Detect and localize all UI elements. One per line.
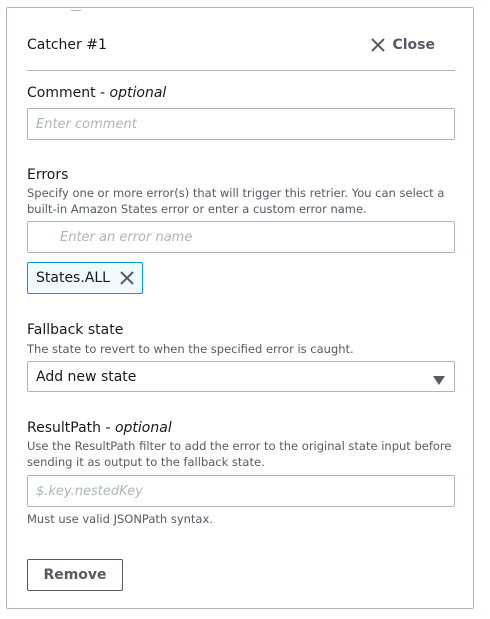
fallback-selected: Add new state	[36, 368, 137, 385]
catcher-header: Catcher #1 Close	[27, 35, 455, 55]
comment-optional: optional	[109, 85, 167, 101]
resultpath-description: Use the ResultPath filter to add the err…	[27, 439, 452, 469]
close-icon	[120, 271, 134, 285]
close-icon	[371, 38, 386, 52]
error-token-label: States.ALL	[36, 270, 110, 286]
catcher-panel: Catcher #1 Close Comment - optional Erro…	[6, 7, 474, 609]
close-button[interactable]: Close	[371, 35, 435, 55]
fallback-description: The state to revert to when the specifie…	[27, 342, 354, 356]
comment-label-text: Comment	[27, 85, 96, 101]
error-token: States.ALL	[27, 262, 143, 294]
comment-input[interactable]	[27, 108, 455, 140]
close-label: Close	[392, 37, 435, 53]
errors-label: Errors	[27, 167, 69, 183]
panel-edge	[71, 6, 81, 11]
resultpath-input[interactable]	[27, 475, 455, 507]
caret-down-icon	[433, 373, 445, 389]
fallback-label: Fallback state	[27, 322, 124, 338]
error-search-input[interactable]	[27, 221, 455, 253]
resultpath-label-text: ResultPath	[27, 420, 102, 436]
resultpath-hint: Must use valid JSONPath syntax.	[27, 512, 213, 526]
catcher-title: Catcher #1	[27, 37, 107, 53]
token-remove-button[interactable]	[120, 271, 134, 285]
fallback-select[interactable]: Add new state	[27, 361, 455, 392]
remove-button[interactable]: Remove	[27, 559, 123, 591]
header-divider	[27, 70, 455, 71]
resultpath-label: ResultPath - optional	[27, 420, 172, 436]
errors-description: Specify one or more error(s) that will t…	[27, 186, 445, 216]
comment-label: Comment - optional	[27, 85, 167, 101]
error-search	[27, 221, 455, 253]
resultpath-optional: optional	[114, 420, 172, 436]
